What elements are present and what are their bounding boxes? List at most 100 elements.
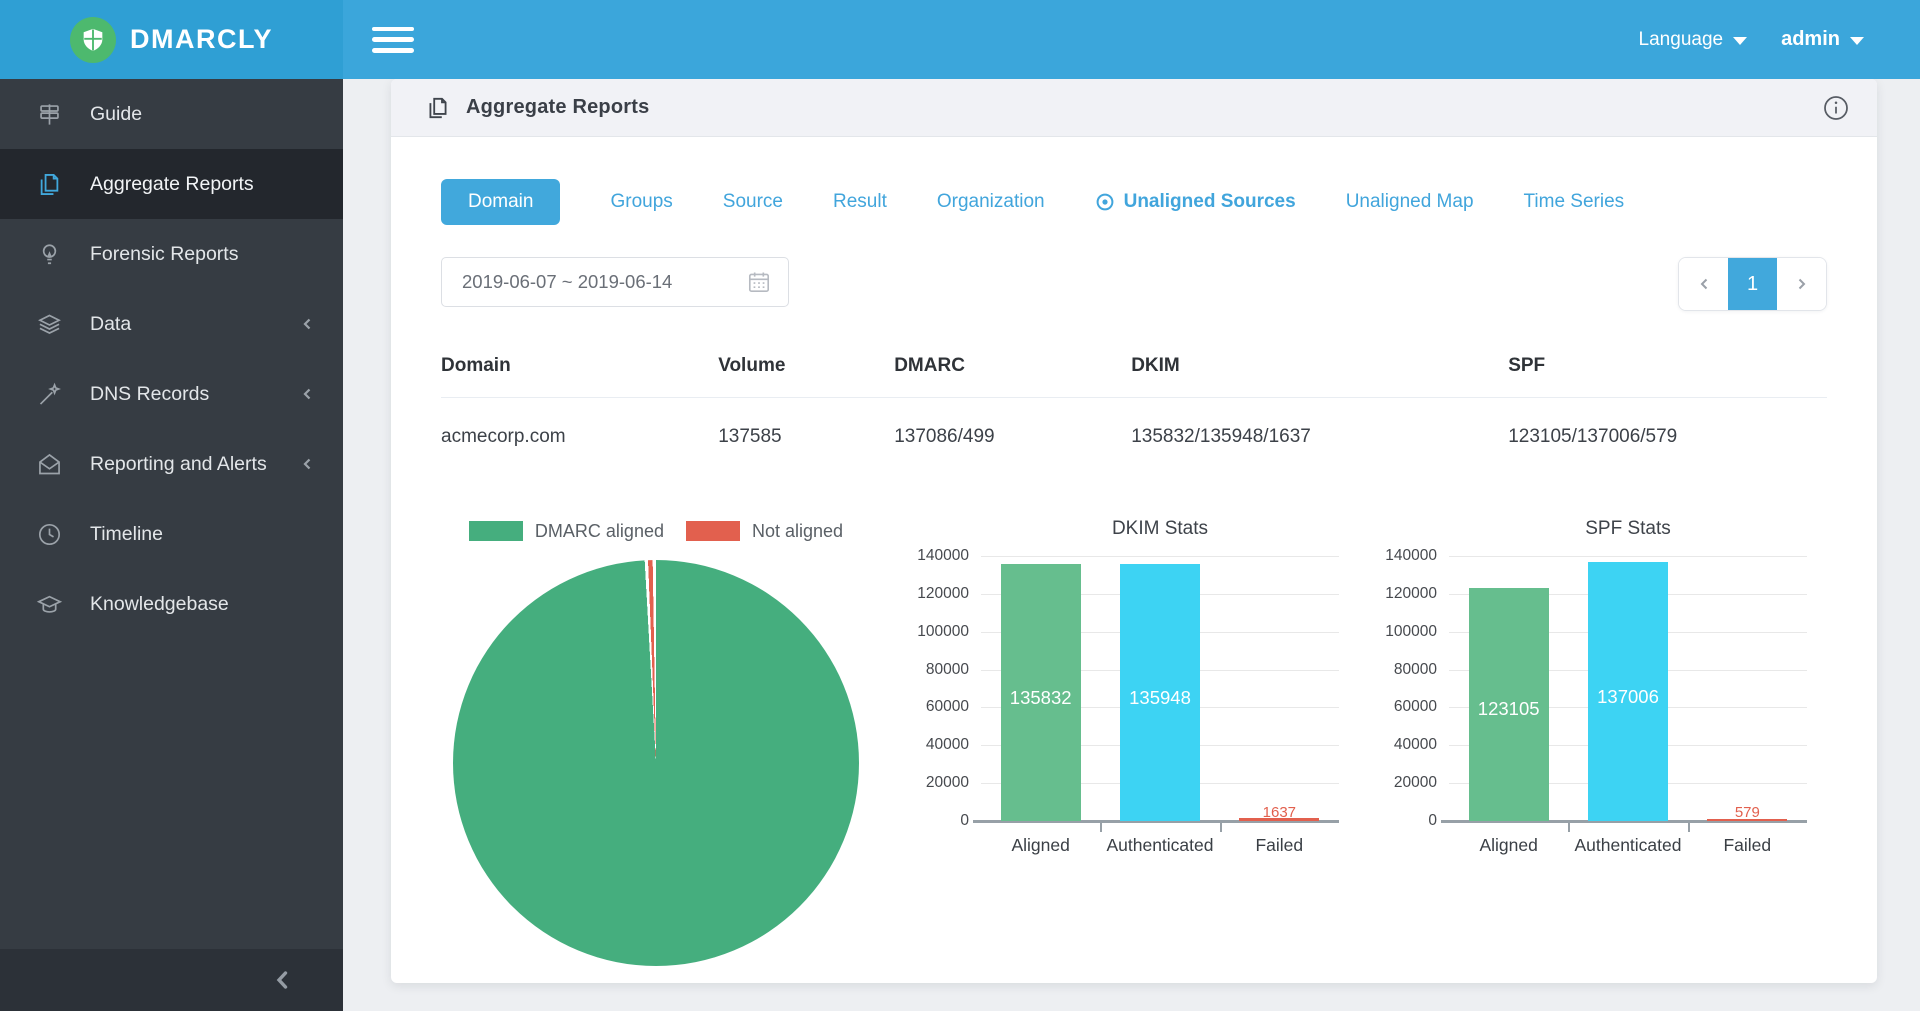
aggregate-reports-panel: Aggregate Reports Domain Groups Source R… [391,79,1877,983]
topbar: DMARCLY Language admin [0,0,1920,79]
cell-spf: 123105/137006/579 [1508,398,1827,471]
pagination: 1 [1678,257,1827,311]
bar-authenticated: 137006 [1588,562,1668,821]
y-tick-label: 40000 [926,736,969,754]
sidebar-item-timeline[interactable]: Timeline [0,499,343,569]
column-header-dmarc: DMARC [894,333,1131,398]
calendar-icon [746,269,772,295]
chevron-left-icon [301,456,313,472]
tabs: Domain Groups Source Result Organization… [441,179,1827,225]
brand: DMARCLY [0,0,343,79]
target-icon [1095,192,1115,212]
cell-volume: 137585 [718,398,894,471]
y-tick-label: 60000 [1394,698,1437,716]
x-axis-tick [1688,823,1690,832]
sidebar-item-reporting-and-alerts[interactable]: Reporting and Alerts [0,429,343,499]
sidebar-item-label: Forensic Reports [90,243,238,266]
red-swatch [686,521,740,541]
plot-area: 1358321359481637 [981,556,1339,821]
caret-down-icon [1850,37,1864,45]
cell-dmarc: 137086/499 [894,398,1131,471]
y-axis: 020000400006000080000100000120000140000 [1387,556,1449,821]
magic-wand-icon [36,381,63,408]
tab-time-series[interactable]: Time Series [1524,191,1625,213]
tab-organization[interactable]: Organization [937,191,1045,213]
envelope-icon [36,451,63,478]
tab-source[interactable]: Source [723,191,783,213]
signpost-icon [36,101,63,128]
sidebar-item-knowledgebase[interactable]: Knowledgebase [0,569,343,639]
y-tick-label: 80000 [1394,661,1437,679]
cell-domain: acmecorp.com [441,398,718,471]
y-tick-label: 0 [960,812,969,830]
x-axis-tick [1100,823,1102,832]
sidebar-item-label: Aggregate Reports [90,173,254,196]
sidebar-item-dns-records[interactable]: DNS Records [0,359,343,429]
page-title: Aggregate Reports [466,96,649,119]
y-tick-label: 40000 [1394,736,1437,754]
hamburger-menu-button[interactable] [372,24,414,56]
sidebar-item-label: DNS Records [90,383,209,406]
y-tick-label: 100000 [1385,623,1437,641]
main-content: Aggregate Reports Domain Groups Source R… [343,79,1920,1011]
panel-header: Aggregate Reports [391,79,1877,137]
x-axis-labels: AlignedAuthenticatedFailed [981,835,1339,856]
y-axis: 020000400006000080000100000120000140000 [919,556,981,821]
legend-item-not-aligned: Not aligned [686,521,843,542]
table-row[interactable]: acmecorp.com 137585 137086/499 135832/13… [441,398,1827,471]
y-tick-label: 80000 [926,661,969,679]
tab-unaligned-map[interactable]: Unaligned Map [1346,191,1474,213]
date-range-picker[interactable]: 2019-06-07 ~ 2019-06-14 [441,257,789,307]
language-label: Language [1639,29,1724,51]
user-dropdown[interactable]: admin [1781,28,1864,51]
tab-domain[interactable]: Domain [441,179,560,225]
dmarc-alignment-pie-chart [453,560,859,966]
pagination-next-button[interactable] [1777,258,1826,310]
gridline [981,556,1339,557]
chart-title: SPF Stats [1387,518,1807,542]
sidebar-collapse-button[interactable] [273,968,291,992]
y-tick-label: 0 [1428,812,1437,830]
username-label: admin [1781,28,1840,51]
pie-legend: DMARC aligned Not aligned [441,518,871,544]
panel-body: Domain Groups Source Result Organization… [391,179,1877,966]
chart-title: DKIM Stats [919,518,1339,542]
y-tick-label: 120000 [1385,585,1437,603]
y-tick-label: 20000 [926,774,969,792]
pagination-prev-button[interactable] [1679,258,1728,310]
column-header-dkim: DKIM [1131,333,1508,398]
column-header-volume: Volume [718,333,894,398]
tab-result[interactable]: Result [833,191,887,213]
tab-unaligned-sources[interactable]: Unaligned Sources [1095,191,1296,213]
dmarc-alignment-pie-block: DMARC aligned Not aligned [441,510,871,966]
info-button[interactable] [1821,93,1851,123]
caret-down-icon [1733,37,1747,45]
sidebar-item-guide[interactable]: Guide [0,79,343,149]
sidebar-footer [0,949,343,1011]
green-swatch [469,521,523,541]
x-category-label: Aligned [1449,835,1568,856]
layers-icon [36,311,63,338]
dkim-stats-chart: DKIM Stats 02000040000600008000010000012… [919,510,1339,856]
language-dropdown[interactable]: Language [1639,29,1748,51]
legend-item-dmarc-aligned: DMARC aligned [469,521,664,542]
dmarcly-logo-icon [70,17,116,63]
gridline [1449,556,1807,557]
bar-value-label: 137006 [1597,686,1659,708]
bar-failed [1707,819,1787,821]
bar-failed [1239,818,1319,821]
plot-area: 123105137006579 [1449,556,1807,821]
sidebar-item-forensic-reports[interactable]: Forensic Reports [0,219,343,289]
spf-stats-chart: SPF Stats 020000400006000080000100000120… [1387,510,1807,856]
chevron-left-icon [301,386,313,402]
sidebar-item-label: Timeline [90,523,163,546]
pagination-current-page[interactable]: 1 [1728,258,1777,310]
y-tick-label: 60000 [926,698,969,716]
y-tick-label: 140000 [917,547,969,565]
sidebar-item-label: Knowledgebase [90,593,229,616]
sidebar-item-data[interactable]: Data [0,289,343,359]
x-category-label: Aligned [981,835,1100,856]
sidebar-item-aggregate-reports[interactable]: Aggregate Reports [0,149,343,219]
tab-groups[interactable]: Groups [610,191,672,213]
column-header-spf: SPF [1508,333,1827,398]
